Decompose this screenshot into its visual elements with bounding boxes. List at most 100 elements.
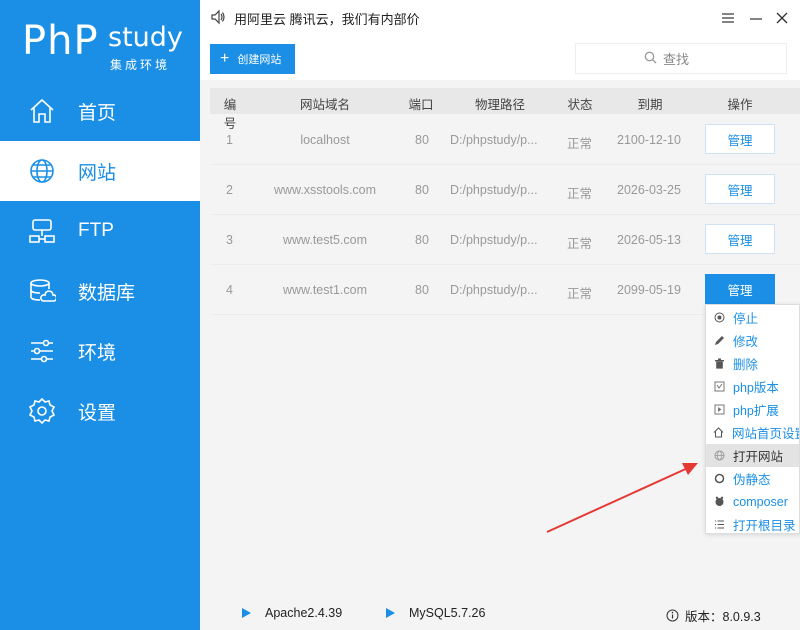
sidebar-item-home[interactable]: 首页 bbox=[0, 81, 200, 141]
sidebar-item-environment[interactable]: 环境 bbox=[0, 321, 200, 381]
menu-item-composer[interactable]: composer bbox=[706, 490, 799, 513]
menu-item-edit[interactable]: 修改 bbox=[706, 329, 799, 352]
sidebar-item-label: 设置 bbox=[78, 402, 117, 424]
table-row[interactable]: 2 www.xsstools.com 80 D:/phpstudy/p... 正… bbox=[210, 165, 800, 215]
home-icon bbox=[28, 97, 56, 125]
table-row[interactable]: 3 www.test5.com 80 D:/phpstudy/p... 正常 2… bbox=[210, 215, 800, 265]
logo-study-text: study bbox=[108, 22, 183, 53]
cell-port: 80 bbox=[415, 183, 429, 197]
col-header-expire: 到期 bbox=[637, 98, 663, 112]
info-icon bbox=[666, 609, 679, 622]
home-icon bbox=[713, 427, 724, 439]
cell-expire: 2099-05-19 bbox=[617, 283, 681, 297]
apache-status[interactable]: Apache2.4.39 bbox=[242, 606, 342, 620]
list-icon bbox=[713, 519, 725, 531]
menu-item-label: php版本 bbox=[733, 381, 779, 395]
menu-item-label: 网站首页设置 bbox=[732, 427, 800, 441]
database-icon bbox=[28, 277, 56, 305]
promo-notice[interactable]: 用阿里云 腾讯云，我们有内部价 bbox=[234, 9, 420, 28]
annotation-arrow bbox=[546, 463, 698, 533]
col-header-port: 端口 bbox=[408, 98, 434, 112]
menu-item-open-root[interactable]: 打开根目录 bbox=[706, 513, 799, 533]
sidebar-item-label: 数据库 bbox=[78, 282, 136, 304]
cell-id: 1 bbox=[226, 133, 233, 147]
menu-item-label: php扩展 bbox=[733, 404, 779, 418]
sidebar-item-label: FTP bbox=[78, 220, 114, 241]
cell-status: 正常 bbox=[567, 287, 593, 301]
apache-label: Apache2.4.39 bbox=[265, 606, 343, 620]
mysql-label: MySQL5.7.26 bbox=[409, 606, 486, 620]
menu-item-label: composer bbox=[733, 494, 788, 509]
table-row[interactable]: 1 localhost 80 D:/phpstudy/p... 正常 2100-… bbox=[210, 115, 800, 165]
website-table: 1 localhost 80 D:/phpstudy/p... 正常 2100-… bbox=[210, 115, 800, 315]
close-icon[interactable] bbox=[772, 8, 792, 28]
stop-icon bbox=[713, 312, 725, 324]
sidebar-item-settings[interactable]: 设置 bbox=[0, 381, 200, 441]
globe-icon bbox=[713, 450, 725, 462]
cell-path: D:/phpstudy/p... bbox=[450, 283, 538, 297]
ftp-icon bbox=[28, 217, 56, 245]
mysql-status[interactable]: MySQL5.7.26 bbox=[386, 606, 485, 620]
cell-path: D:/phpstudy/p... bbox=[450, 133, 538, 147]
table-header: 编号 网站域名 端口 物理路径 状态 到期 操作 bbox=[210, 88, 800, 131]
logo-subtitle: 集成环境 bbox=[110, 58, 171, 72]
manage-button[interactable]: 管理 bbox=[705, 224, 775, 254]
sidebar-item-label: 网站 bbox=[78, 162, 117, 184]
manage-dropdown-menu: 停止 修改 删除 php版本 php扩展 网站首页设置 打开网站 伪静态 com… bbox=[705, 304, 800, 534]
menu-item-stop[interactable]: 停止 bbox=[706, 306, 799, 329]
col-header-status: 状态 bbox=[567, 98, 593, 112]
manage-button[interactable]: 管理 bbox=[705, 124, 775, 154]
trash-icon bbox=[713, 358, 725, 370]
menu-item-homepage-settings[interactable]: 网站首页设置 bbox=[706, 421, 800, 444]
col-header-path: 物理路径 bbox=[474, 98, 525, 112]
search-icon bbox=[644, 51, 657, 67]
cell-domain: www.xsstools.com bbox=[273, 183, 377, 197]
cell-domain: www.test5.com bbox=[282, 233, 368, 247]
sidebar-nav: 首页 网站 FTP 数据库 环境 设置 bbox=[0, 81, 200, 441]
cell-id: 2 bbox=[226, 183, 233, 197]
menu-item-delete[interactable]: 删除 bbox=[706, 352, 799, 375]
play-icon bbox=[242, 608, 251, 618]
cell-id: 3 bbox=[226, 233, 233, 247]
sidebar-item-label: 首页 bbox=[78, 102, 117, 124]
minimize-icon[interactable] bbox=[746, 8, 766, 28]
menu-icon[interactable] bbox=[718, 8, 738, 28]
cell-port: 80 bbox=[415, 133, 429, 147]
cell-status: 正常 bbox=[567, 187, 593, 201]
cell-path: D:/phpstudy/p... bbox=[450, 183, 538, 197]
composer-icon bbox=[713, 496, 725, 508]
create-website-button[interactable]: + 创建网站 bbox=[210, 44, 295, 74]
status-bar: Apache2.4.39 MySQL5.7.26 版本：8.0.9.3 bbox=[200, 598, 800, 630]
menu-item-label: 修改 bbox=[733, 335, 759, 349]
cell-expire: 2026-03-25 bbox=[617, 183, 681, 197]
menu-item-rewrite[interactable]: 伪静态 bbox=[706, 467, 799, 490]
sidebar-item-website[interactable]: 网站 bbox=[0, 141, 200, 201]
menu-item-php-version[interactable]: php版本 bbox=[706, 375, 799, 398]
cell-expire: 2026-05-13 bbox=[617, 233, 681, 247]
version-info: 版本：8.0.9.3 bbox=[666, 606, 761, 625]
col-header-domain: 网站域名 bbox=[299, 98, 350, 112]
cell-id: 4 bbox=[226, 283, 233, 297]
globe-icon bbox=[28, 157, 56, 185]
sliders-icon bbox=[28, 337, 56, 365]
cell-port: 80 bbox=[415, 233, 429, 247]
cell-expire: 2100-12-10 bbox=[617, 133, 681, 147]
manage-button[interactable]: 管理 bbox=[705, 274, 775, 304]
pencil-icon bbox=[713, 335, 725, 347]
sidebar-item-label: 环境 bbox=[78, 342, 117, 364]
sidebar-item-ftp[interactable]: FTP bbox=[0, 201, 200, 261]
menu-item-php-extension[interactable]: php扩展 bbox=[706, 398, 799, 421]
cell-status: 正常 bbox=[567, 137, 593, 151]
sidebar-item-database[interactable]: 数据库 bbox=[0, 261, 200, 321]
php-extension-icon bbox=[713, 404, 725, 416]
col-header-action: 操作 bbox=[727, 98, 753, 112]
search-input[interactable]: 查找 bbox=[575, 43, 787, 74]
play-icon bbox=[386, 608, 395, 618]
create-website-label: 创建网站 bbox=[237, 54, 282, 66]
menu-item-label: 删除 bbox=[733, 358, 759, 372]
speaker-icon bbox=[210, 9, 226, 30]
cell-port: 80 bbox=[415, 283, 429, 297]
menu-item-open-website[interactable]: 打开网站 bbox=[706, 444, 799, 467]
version-label: 版本：8.0.9.3 bbox=[685, 610, 761, 624]
manage-button[interactable]: 管理 bbox=[705, 174, 775, 204]
